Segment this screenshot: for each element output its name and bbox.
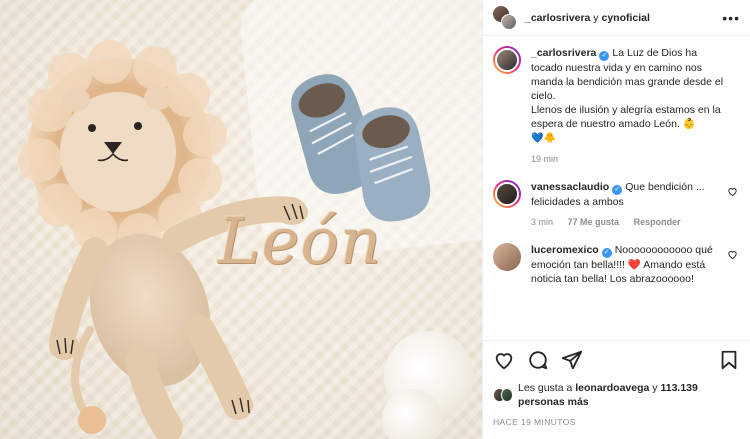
comment: luceromexico ✓ Noooooooooooo qué emoción t… <box>493 243 740 286</box>
avatar[interactable] <box>501 13 517 30</box>
likes-count[interactable]: 113.139 <box>660 382 697 394</box>
avatar[interactable] <box>493 243 521 271</box>
author-avatars[interactable] <box>493 5 517 30</box>
caption: _carlosrivera ✓ La Luz de Dios ha tocado n… <box>493 46 740 166</box>
likes-prefix: Les gusta a <box>518 382 576 394</box>
verified-badge-icon: ✓ <box>599 51 610 61</box>
reply-button[interactable]: Responder <box>634 217 681 227</box>
share-icon[interactable] <box>561 349 583 371</box>
caption-username[interactable]: _carlosrivera <box>531 47 596 59</box>
more-options-icon[interactable]: ••• <box>722 10 740 26</box>
comments-list: _carlosrivera ✓ La Luz de Dios ha tocado n… <box>483 36 750 286</box>
post-photo[interactable]: León <box>0 0 482 439</box>
instagram-post: León _carlosrivera y cynoficial ••• _car… <box>0 0 750 439</box>
baby-shoes-illustration <box>291 74 431 222</box>
comment-time[interactable]: 19 min <box>531 154 558 164</box>
bookmark-icon[interactable] <box>718 349 740 371</box>
caption-emojis: 💙🐥 <box>531 133 556 144</box>
post-sidebar: _carlosrivera y cynoficial ••• _carlosri… <box>482 0 750 439</box>
likes-summary: Les gusta a leonardoavega y 113.139 pers… <box>493 381 740 409</box>
comment-time[interactable]: 3 min <box>531 217 553 227</box>
comment: vanessaclaudio ✓ Que bendición ... felicid… <box>493 180 740 229</box>
avatar[interactable] <box>493 180 521 208</box>
verified-badge-icon: ✓ <box>601 248 612 258</box>
liker-username[interactable]: leonardoavega <box>575 382 649 394</box>
post-authors: _carlosrivera y cynoficial <box>525 12 722 24</box>
author-username[interactable]: _carlosrivera <box>525 12 590 24</box>
likes-suffix[interactable]: personas más <box>518 396 589 408</box>
authors-conjunction: y <box>590 11 602 24</box>
verified-badge-icon: ✓ <box>612 185 623 195</box>
comment-likes[interactable]: 77 Me gusta <box>568 217 620 227</box>
coauthor-username[interactable]: cynoficial <box>601 12 649 24</box>
avatar[interactable] <box>493 46 521 74</box>
comment-like-icon[interactable] <box>727 249 738 263</box>
likes-middle: y <box>649 382 661 394</box>
post-header: _carlosrivera y cynoficial ••• <box>483 0 750 36</box>
comment-username[interactable]: luceromexico <box>531 244 599 256</box>
comment-icon[interactable] <box>527 349 549 371</box>
comment-like-icon[interactable] <box>727 186 738 200</box>
avatar[interactable] <box>500 388 514 402</box>
actions-bar: Les gusta a leonardoavega y 113.139 pers… <box>483 340 750 427</box>
comment-username[interactable]: vanessaclaudio <box>531 181 609 193</box>
post-timestamp[interactable]: HACE 19 MINUTOS <box>493 417 740 427</box>
caption-text-2: Llenos de ilusión y alegría estamos en l… <box>531 104 721 130</box>
heart-outline-icon[interactable] <box>493 349 515 371</box>
